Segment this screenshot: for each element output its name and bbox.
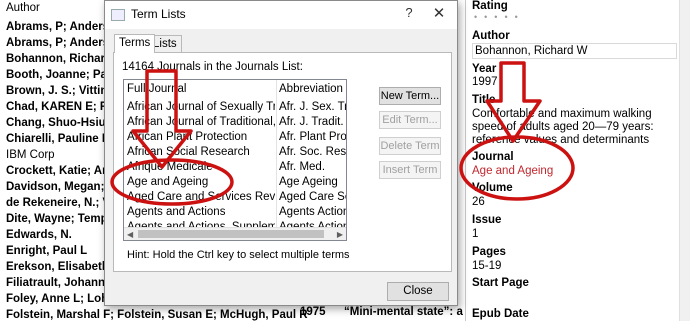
term-list-header[interactable]: Full Journal Abbreviation 1 <box>124 82 346 97</box>
column-header-full-journal[interactable]: Full Journal <box>127 82 275 97</box>
panel-scrollbar[interactable] <box>679 0 690 321</box>
author-row[interactable]: Davidson, Megan; de <box>0 179 121 196</box>
dialog-titlebar[interactable]: Term Lists ? ✕ <box>105 1 457 29</box>
author-row[interactable]: Booth, Joanne; Paul, <box>0 67 120 84</box>
edit-term-button[interactable]: Edit Term... <box>379 111 441 129</box>
pages-label: Pages <box>472 246 506 258</box>
journal-label: Journal <box>472 151 514 163</box>
journal-row[interactable]: African Social Research Afr. Soc. Res. <box>124 145 347 160</box>
help-icon[interactable]: ? <box>397 5 421 23</box>
scroll-right-icon[interactable]: ▶ <box>337 228 343 240</box>
rating-stars[interactable]: ••••• <box>474 12 525 22</box>
reference-year: 1975 <box>300 306 326 318</box>
scroll-left-icon[interactable]: ◀ <box>127 228 133 240</box>
author-row[interactable]: Crockett, Katie; Arde <box>0 163 120 180</box>
reference-panel: Rating ••••• Author Bohannon, Richard W … <box>465 0 690 321</box>
insert-term-button[interactable]: Insert Term <box>379 161 441 179</box>
close-button[interactable]: Close <box>387 282 449 301</box>
journal-abbreviation: Afr. Plant Prot. <box>279 131 347 143</box>
issue-value[interactable]: 1 <box>472 228 478 240</box>
delete-term-button[interactable]: Delete Term <box>379 137 441 155</box>
journal-row[interactable]: Aged Care and Services Review Aged Care S… <box>124 190 346 205</box>
column-header-abbreviation[interactable]: Abbreviation 1 <box>279 82 346 97</box>
author-field[interactable]: Bohannon, Richard W <box>472 43 677 59</box>
journal-row[interactable]: Age and Ageing Age Ageing <box>124 175 346 190</box>
selection-hint: Hint: Hold the Ctrl key to select multip… <box>127 249 350 261</box>
author-row[interactable]: Dite, Wayne; Temple <box>0 211 117 228</box>
journal-full-name: African Plant Protection <box>127 131 248 143</box>
journal-full-name: Agents and Actions <box>127 206 226 218</box>
close-icon[interactable]: ✕ <box>427 4 451 22</box>
journal-abbreviation: Afr. Soc. Res. <box>279 146 347 158</box>
pages-value[interactable]: 15-19 <box>472 260 501 272</box>
journal-row[interactable]: African Journal of Traditional, Co... Afr… <box>124 115 346 130</box>
journal-row[interactable]: Agents and Actions Agents Actions <box>124 205 346 220</box>
journal-full-name: Aged Care and Services Review <box>127 191 275 203</box>
journal-abbreviation: Aged Care Serv. <box>279 191 346 203</box>
author-row[interactable]: de Rekeneire, N.; Vis <box>0 195 120 212</box>
title-line-2[interactable]: speed of adults aged 20—79 years: <box>472 121 654 133</box>
volume-value[interactable]: 26 <box>472 196 485 208</box>
journal-abbreviation: Afr. Med. <box>279 161 326 173</box>
journal-abbreviation: Agents Actions <box>279 206 346 218</box>
journal-full-name: Age and Ageing <box>127 176 209 188</box>
epub-date-label: Epub Date <box>472 308 529 320</box>
journal-full-name: African Social Research <box>127 146 250 158</box>
term-lists-dialog: Term Lists ? ✕ Terms Lists 14164 Journal… <box>104 0 458 306</box>
journal-abbreviation: Afr. J. Sex. Trar <box>279 101 347 113</box>
terms-tab-panel: 14164 Journals in the Journals List: Ful… <box>113 52 452 272</box>
title-line-1[interactable]: Comfortable and maximum walking <box>472 108 652 120</box>
title-label: Title <box>472 94 496 106</box>
horizontal-scrollbar[interactable]: ◀ ▶ <box>124 227 346 240</box>
journal-term-list[interactable]: Full Journal Abbreviation 1 African Journa… <box>123 79 347 241</box>
title-line-3[interactable]: reference values and determinants <box>472 134 649 146</box>
dialog-title: Term Lists <box>131 7 186 21</box>
author-row[interactable]: Folstein, Marshal F; Folstein, Susan E; … <box>0 307 308 321</box>
window-icon <box>111 9 125 21</box>
volume-label: Volume <box>472 182 513 194</box>
year-value[interactable]: 1997 <box>472 76 498 88</box>
journal-full-name: African Journal of Sexually Trans... <box>127 101 275 113</box>
author-label: Author <box>472 30 510 42</box>
journal-value[interactable]: Age and Ageing <box>472 165 553 177</box>
reference-title: “Mini-mental state”: a <box>344 306 463 318</box>
scrollbar-thumb[interactable] <box>138 230 324 238</box>
author-row[interactable]: Abrams, P; Anders <box>0 35 109 52</box>
journal-abbreviation: Age Ageing <box>279 176 338 188</box>
journal-abbreviation: Afr. J. Tradit. Co <box>279 116 346 128</box>
author-row[interactable]: IBM Corp <box>0 147 55 164</box>
journal-count-label: 14164 Journals in the Journals List: <box>122 61 303 73</box>
issue-label: Issue <box>472 214 502 226</box>
start-page-label: Start Page <box>472 277 529 289</box>
journal-full-name: African Journal of Traditional, Co... <box>127 116 275 128</box>
journal-row[interactable]: Afrique Medicale Afr. Med. <box>124 160 346 175</box>
year-label: Year <box>472 63 497 75</box>
journal-row[interactable]: African Plant Protection Afr. Plant Prot. <box>124 130 347 145</box>
tab-terms[interactable]: Terms <box>114 34 156 53</box>
new-term-button[interactable]: New Term... <box>379 87 441 105</box>
rating-label: Rating <box>472 0 508 12</box>
journal-full-name: Afrique Medicale <box>127 161 213 173</box>
author-column-header[interactable]: Author <box>0 0 40 17</box>
author-row[interactable]: Edwards, N. <box>0 227 72 244</box>
author-row[interactable]: Enright, Paul L <box>0 243 87 260</box>
journal-row[interactable]: African Journal of Sexually Trans... Afr.… <box>124 100 347 115</box>
